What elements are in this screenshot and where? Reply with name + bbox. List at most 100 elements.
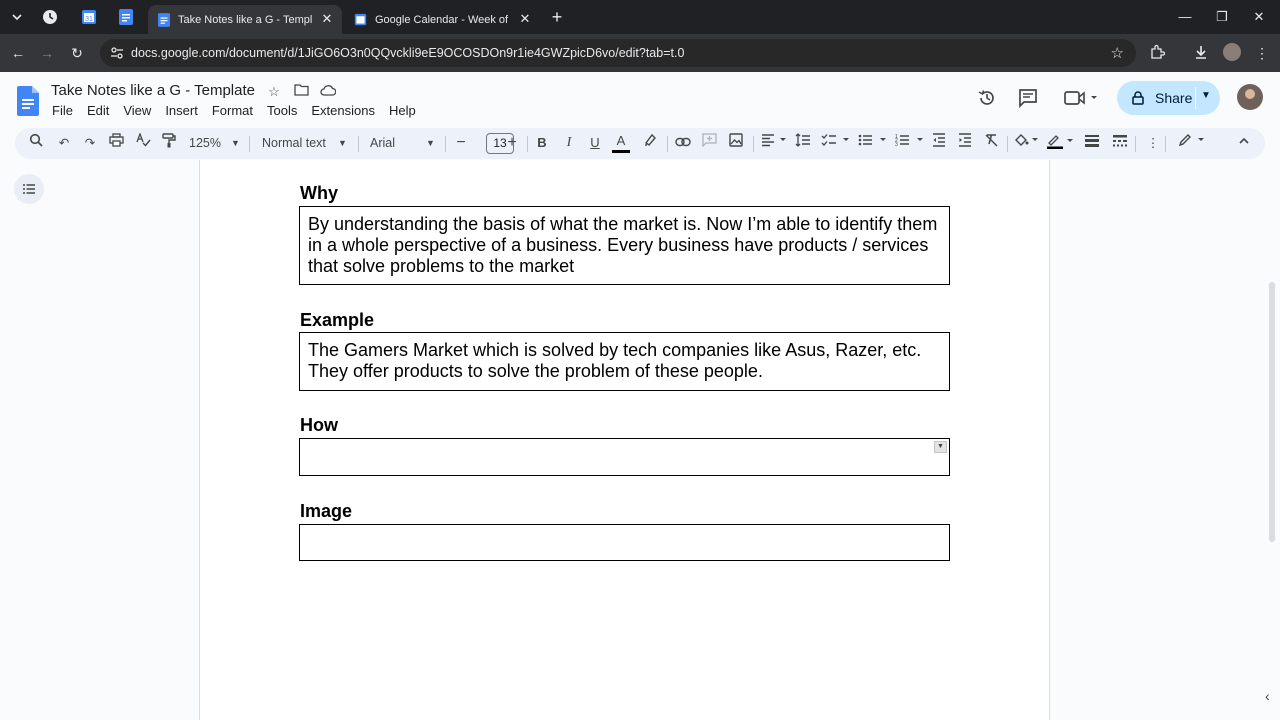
search-menus-icon[interactable] [27, 133, 45, 153]
text-color-button[interactable]: A [612, 133, 630, 153]
restore-icon[interactable]: ❐ [1214, 9, 1230, 25]
meet-video-icon[interactable] [1062, 88, 1102, 112]
cell-menu-dropdown-icon[interactable]: ▼ [934, 441, 947, 453]
tab-docs-active[interactable]: Take Notes like a G - Template ✕ [148, 5, 342, 34]
underline-button[interactable]: U [586, 133, 604, 153]
paragraph-style-value: Normal text [262, 136, 326, 150]
comments-icon[interactable] [1016, 88, 1040, 112]
pinned-tab-clock-icon[interactable] [38, 6, 62, 28]
border-width-icon[interactable] [1083, 133, 1101, 153]
line-spacing-icon[interactable] [794, 133, 812, 153]
section-heading-example: Example [300, 310, 375, 330]
hide-menus-icon[interactable] [1235, 133, 1253, 153]
tab-close-icon[interactable]: ✕ [320, 12, 334, 26]
share-button[interactable]: Share ▼ [1117, 81, 1220, 115]
menu-help[interactable]: Help [389, 103, 416, 118]
pinned-tab-calendar-icon[interactable]: 31 [77, 6, 101, 28]
outline-list-icon [22, 184, 35, 194]
side-panel-chevron-icon[interactable]: ‹ [1265, 688, 1279, 706]
chevron-down-icon: ▼ [338, 138, 347, 148]
bold-button[interactable]: B [533, 133, 551, 153]
tab-title: Google Calendar - Week of Oct [375, 13, 509, 26]
docs-logo-icon[interactable] [17, 86, 39, 116]
menu-extensions[interactable]: Extensions [311, 103, 375, 118]
new-tab-button[interactable]: + [548, 8, 566, 26]
user-avatar[interactable] [1237, 84, 1263, 110]
chrome-menu-icon[interactable]: ⋮ [1253, 44, 1271, 62]
cell-text: By understanding the basis of what the m… [308, 214, 938, 276]
table-cell-image[interactable] [299, 524, 950, 561]
cloud-saved-icon[interactable] [319, 83, 337, 101]
menu-view[interactable]: View [123, 103, 151, 118]
clear-formatting-icon[interactable] [982, 133, 1000, 153]
document-outline-button[interactable] [14, 174, 44, 204]
menu-insert[interactable]: Insert [165, 103, 198, 118]
profile-avatar-icon[interactable] [1223, 43, 1241, 61]
menu-format[interactable]: Format [212, 103, 253, 118]
insert-link-icon[interactable] [674, 133, 692, 153]
document-page[interactable]: Why By understanding the basis of what t… [199, 160, 1050, 720]
insert-image-icon[interactable] [727, 133, 745, 153]
calendar-favicon-icon [354, 13, 367, 26]
checklist-select[interactable] [821, 133, 851, 153]
version-history-icon[interactable] [975, 88, 999, 112]
editing-mode-select[interactable] [1178, 133, 1208, 153]
increase-indent-icon[interactable] [956, 133, 974, 153]
font-family-select[interactable]: Arial ▼ [370, 133, 436, 153]
more-options-icon[interactable]: ⋮ [1144, 133, 1162, 153]
numbered-list-select[interactable]: 123 [895, 133, 925, 153]
window-close-icon[interactable]: ✕ [1251, 9, 1267, 25]
table-cell-how[interactable]: ▼ [299, 438, 950, 476]
share-dropdown-icon[interactable]: ▼ [1201, 90, 1211, 101]
decrease-font-size-icon[interactable]: − [452, 133, 470, 153]
decrease-indent-icon[interactable] [930, 133, 948, 153]
section-heading-how: How [300, 415, 338, 435]
site-info-icon[interactable] [110, 46, 124, 60]
docs-favicon-icon [158, 12, 170, 27]
formatting-toolbar: ↶ ↷ 125% ▼ Normal text ▼ Arial ▼ − 13 + … [15, 128, 1265, 159]
chevron-down-icon: ▼ [426, 138, 435, 148]
background-color-select[interactable] [1013, 133, 1041, 153]
reload-icon[interactable]: ↻ [68, 44, 86, 62]
print-icon[interactable] [107, 133, 125, 153]
highlight-color-icon[interactable] [641, 133, 659, 153]
share-label: Share [1155, 90, 1193, 106]
table-cell-example[interactable]: The Gamers Market which is solved by tec… [299, 332, 950, 391]
bulleted-list-select[interactable] [858, 133, 888, 153]
add-comment-icon[interactable] [700, 133, 718, 153]
menu-tools[interactable]: Tools [267, 103, 297, 118]
border-color-select[interactable] [1046, 133, 1076, 153]
tab-close-icon[interactable]: ✕ [518, 12, 532, 26]
bookmark-star-icon[interactable]: ☆ [1111, 44, 1124, 62]
menu-edit[interactable]: Edit [87, 103, 109, 118]
back-icon[interactable]: ← [9, 44, 27, 62]
increase-font-size-icon[interactable]: + [503, 133, 521, 153]
paragraph-style-select[interactable]: Normal text ▼ [262, 133, 352, 153]
forward-icon[interactable]: → [38, 44, 56, 62]
tab-search-chevron-icon[interactable] [6, 6, 28, 28]
minimize-icon[interactable]: — [1177, 9, 1193, 25]
section-heading-why: Why [300, 183, 338, 203]
extensions-icon[interactable] [1148, 44, 1166, 62]
zoom-select[interactable]: 125% ▼ [189, 133, 240, 153]
vertical-scrollbar[interactable] [1269, 282, 1275, 542]
menu-file[interactable]: File [52, 103, 73, 118]
table-cell-why[interactable]: By understanding the basis of what the m… [299, 206, 950, 285]
border-dash-icon[interactable] [1111, 133, 1129, 153]
align-select[interactable] [760, 133, 788, 153]
chevron-down-icon: ▼ [231, 138, 240, 148]
pinned-tab-docs-icon[interactable] [114, 6, 138, 28]
document-title[interactable]: Take Notes like a G - Template [51, 82, 255, 99]
spellcheck-icon[interactable] [134, 132, 152, 153]
undo-icon[interactable]: ↶ [55, 133, 73, 153]
italic-button[interactable]: I [560, 133, 578, 153]
move-folder-icon[interactable] [292, 83, 310, 101]
redo-icon[interactable]: ↷ [81, 133, 99, 153]
url-text[interactable]: docs.google.com/document/d/1JiGO6O3n0QQv… [131, 46, 684, 60]
paint-format-icon[interactable] [160, 133, 178, 153]
svg-text:3: 3 [895, 142, 898, 147]
url-bar[interactable]: docs.google.com/document/d/1JiGO6O3n0QQv… [100, 39, 1136, 67]
tab-calendar[interactable]: Google Calendar - Week of Oct ✕ [344, 5, 540, 34]
download-icon[interactable] [1192, 44, 1210, 62]
star-icon[interactable]: ☆ [265, 83, 283, 101]
